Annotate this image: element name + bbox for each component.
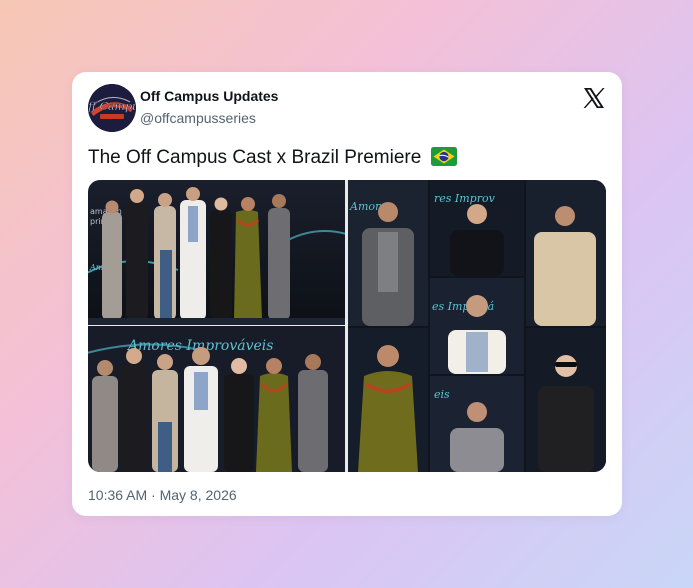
account-names: Off Campus Updates @offcampusseries	[140, 87, 278, 127]
tweet-header: Off Campus Off Campus Updates @offcampus…	[88, 84, 606, 132]
account-handle[interactable]: @offcampusseries	[140, 109, 278, 127]
group-photo-image: Amores Improváveis	[88, 326, 345, 472]
cast-portrait-collage[interactable]: Amores res Improv es Imprová eis	[348, 180, 606, 472]
avatar[interactable]: Off Campus	[88, 84, 136, 132]
tweet-timestamp[interactable]: 10:36 AM · May 8, 2026	[88, 486, 237, 504]
x-logo-icon[interactable]	[582, 86, 606, 110]
brazil-flag-icon	[430, 147, 457, 166]
portrait-collage-image: Amores res Improv es Imprová eis	[348, 180, 606, 472]
cast-group-photo-top[interactable]: amazon prime Amo	[88, 180, 345, 325]
svg-text:res Improv: res Improv	[434, 192, 496, 205]
group-photo-image: amazon prime Amo	[88, 180, 345, 325]
cast-group-photo-bottom[interactable]: Amores Improváveis	[88, 326, 345, 472]
svg-text:Off Campus: Off Campus	[88, 100, 136, 113]
off-campus-logo-icon: Off Campus	[88, 84, 136, 132]
display-name[interactable]: Off Campus Updates	[140, 87, 278, 105]
tweet-text-content: The Off Campus Cast x Brazil Premiere	[88, 147, 422, 168]
tweet-text: The Off Campus Cast x Brazil Premiere	[88, 146, 457, 170]
media-grid[interactable]: amazon prime Amo Amores res Improv es Im…	[88, 180, 606, 472]
svg-text:eis: eis	[434, 388, 450, 401]
tweet-card[interactable]: Off Campus Off Campus Updates @offcampus…	[72, 72, 622, 516]
